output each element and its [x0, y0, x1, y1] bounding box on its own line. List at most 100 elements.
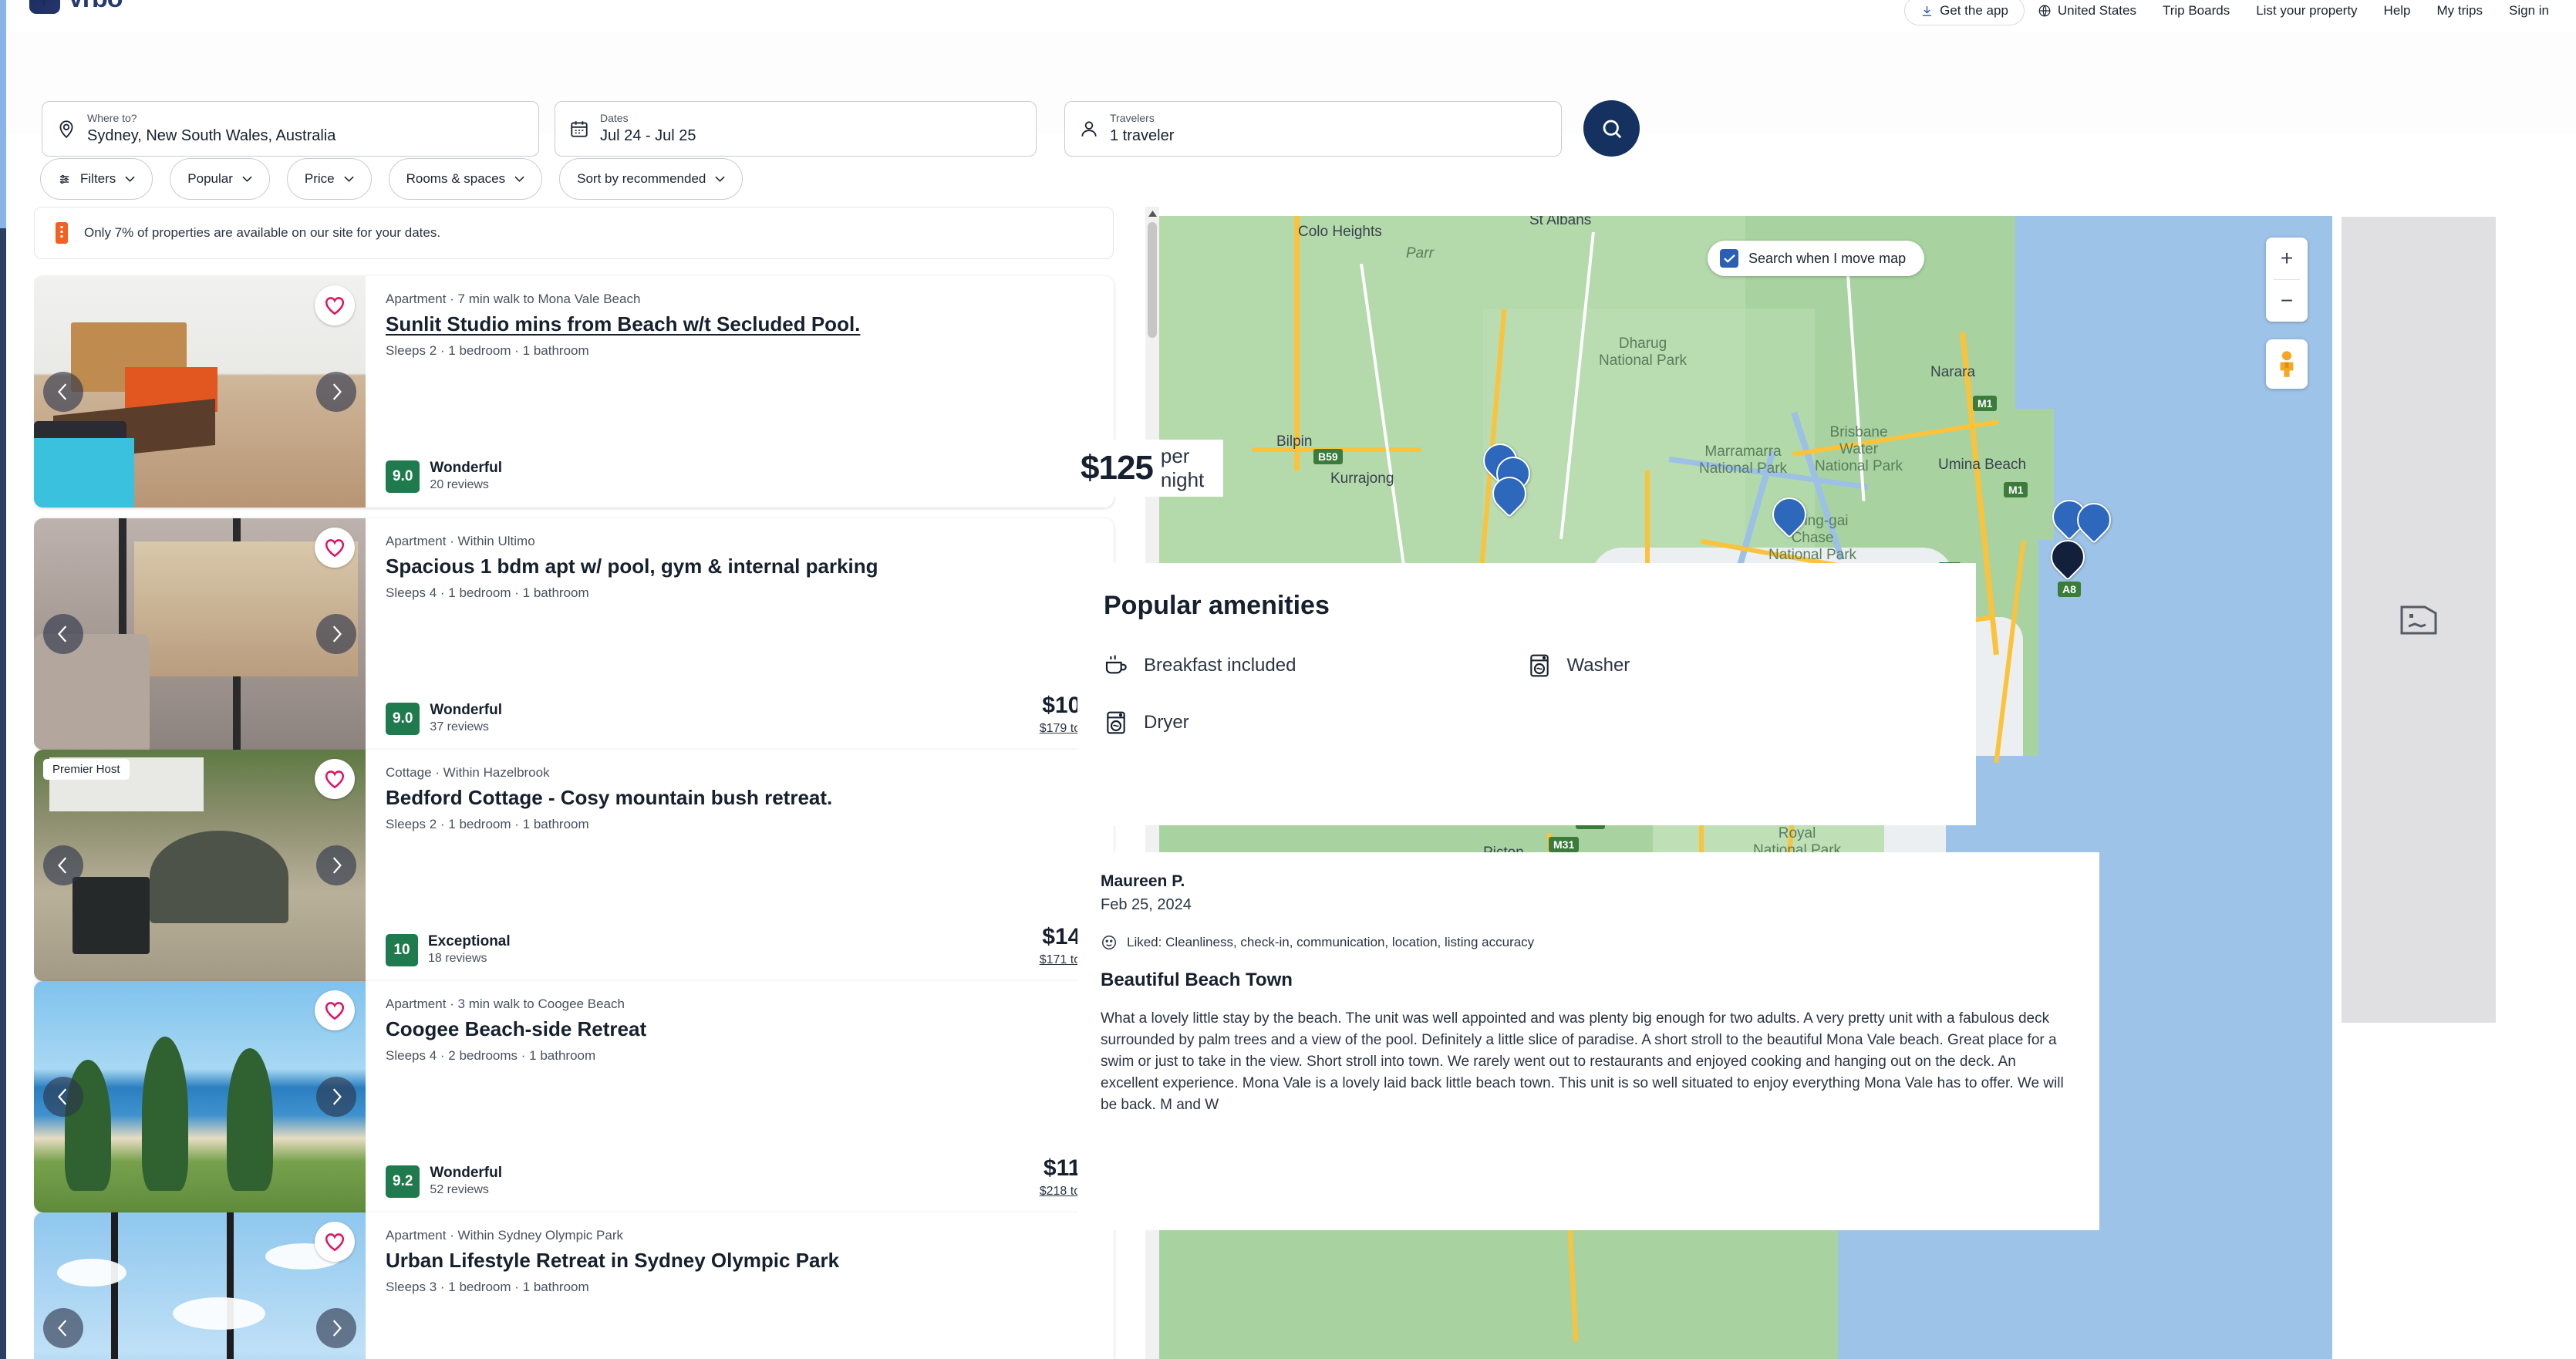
zoom-in-button[interactable]: + [2266, 238, 2308, 279]
chevron-down-icon [514, 176, 524, 182]
listing-details: Sleeps 4 · 2 bedrooms · 1 bathroom [386, 1047, 596, 1063]
availability-notice-text: Only 7% of properties are available on o… [84, 225, 441, 240]
scrollbar-thumb[interactable] [1148, 222, 1157, 338]
map-route-shield: B59 [1313, 449, 1343, 464]
get-the-app-button[interactable]: Get the app [1904, 0, 2025, 25]
rooms-spaces-chip[interactable]: Rooms & spaces [388, 158, 543, 200]
listing-info: Cottage · Within Hazelbrook Bedford Cott… [366, 750, 1114, 981]
sign-in-link[interactable]: Sign in [2496, 0, 2562, 25]
destination-field[interactable]: Where to? Sydney, New South Wales, Austr… [42, 101, 539, 157]
chevron-left-icon [58, 857, 67, 874]
listing-card[interactable]: Apartment · Within Sydney Olympic Park U… [34, 1212, 1114, 1359]
listing-title[interactable]: Urban Lifestyle Retreat in Sydney Olympi… [386, 1249, 1094, 1273]
listing-photo[interactable] [34, 276, 366, 508]
scroll-up-button[interactable] [1145, 207, 1159, 221]
photo-next-button[interactable] [316, 372, 356, 412]
listing-info: Apartment · Within Ultimo Spacious 1 bdm… [366, 518, 1114, 750]
coffee-cup-icon [1104, 653, 1128, 678]
search-when-move-label: Search when I move map [1748, 250, 1907, 266]
help-link[interactable]: Help [2371, 0, 2424, 25]
travelers-field[interactable]: Travelers 1 traveler [1064, 101, 1562, 157]
listing-type: Apartment · Within Ultimo [386, 534, 535, 548]
rating-review-count: 52 reviews [430, 1183, 489, 1197]
save-to-favorites-button[interactable] [315, 285, 355, 325]
dates-field[interactable]: Dates Jul 24 - Jul 25 [555, 101, 1037, 157]
listing-type: Apartment · 3 min walk to Coogee Beach [386, 996, 625, 1011]
rating-word: Exceptional [428, 932, 511, 949]
listing-title[interactable]: Sunlit Studio mins from Beach w/t Seclud… [386, 312, 1094, 336]
trip-boards-link[interactable]: Trip Boards [2149, 0, 2243, 25]
listing-card[interactable]: Apartment · 3 min walk to Coogee Beach C… [34, 981, 1114, 1212]
photo-next-button[interactable] [316, 614, 356, 654]
person-icon [1079, 119, 1099, 139]
region-selector[interactable]: United States [2025, 0, 2149, 25]
listing-card[interactable]: Apartment · 7 min walk to Mona Vale Beac… [34, 276, 1114, 508]
listing-photo[interactable] [34, 1212, 366, 1359]
my-trips-label: My trips [2436, 3, 2483, 18]
search-button[interactable] [1583, 100, 1640, 157]
rating-score: 10 [386, 933, 418, 966]
location-pin-icon [56, 118, 76, 140]
popular-chip[interactable]: Popular [170, 158, 270, 200]
review-liked-text: Liked: Cleanliness, check-in, communicat… [1127, 935, 1535, 949]
listing-card[interactable]: Apartment · Within Ultimo Spacious 1 bdm… [34, 518, 1114, 750]
map-route-shield: M31 [1549, 837, 1580, 852]
save-to-favorites-button[interactable] [315, 1222, 355, 1262]
sort-chip-label: Sort by recommended [577, 171, 706, 186]
search-when-move-toggle[interactable]: Search when I move map [1708, 241, 1925, 276]
listing-details: Sleeps 4 · 1 bedroom · 1 bathroom [386, 585, 589, 600]
browser-left-edge-dark [0, 228, 6, 1359]
photo-prev-button[interactable] [43, 1308, 83, 1348]
calendar-icon [569, 119, 589, 139]
listing-photo[interactable] [34, 981, 366, 1212]
sign-in-label: Sign in [2509, 3, 2549, 18]
amenity-breakfast-label: Breakfast included [1144, 655, 1296, 676]
listing-rating: 10 Exceptional 18 reviews [386, 933, 511, 967]
review-body: What a lovely little stay by the beach. … [1101, 1010, 2064, 1113]
dates-label: Dates [600, 111, 629, 124]
listing-photo[interactable] [34, 518, 366, 750]
listing-title[interactable]: Spacious 1 bdm apt w/ pool, gym & intern… [386, 555, 1094, 578]
phone-alert-icon [52, 221, 72, 244]
photo-next-button[interactable] [316, 1308, 356, 1348]
zoom-out-button[interactable]: − [2266, 280, 2308, 322]
list-your-property-link[interactable]: List your property [2243, 0, 2370, 25]
photo-next-button[interactable] [316, 1077, 356, 1117]
popular-amenities-panel: Popular amenities Breakfast included Was… [1077, 563, 1976, 825]
save-to-favorites-button[interactable] [315, 528, 355, 568]
listing-card[interactable]: Premier Host Cottage · Within Hazelbrook… [34, 750, 1114, 981]
globe-icon [2038, 4, 2052, 18]
price-chip[interactable]: Price [286, 158, 372, 200]
filters-chip[interactable]: Filters [40, 158, 153, 200]
rating-word: Wonderful [430, 701, 503, 718]
chevron-left-icon [58, 1088, 67, 1105]
dates-value: Jul 24 - Jul 25 [600, 127, 696, 145]
my-trips-link[interactable]: My trips [2424, 0, 2497, 25]
photo-next-button[interactable] [316, 845, 356, 885]
checkbox-checked-icon [1720, 249, 1738, 268]
sort-chip[interactable]: Sort by recommended [559, 158, 743, 200]
travelers-label: Travelers [1110, 111, 1155, 124]
listing-type: Apartment · 7 min walk to Mona Vale Beac… [386, 292, 641, 306]
vrbo-logo[interactable]: Vrbo [29, 0, 123, 14]
review-liked-row: Liked: Cleanliness, check-in, communicat… [1101, 934, 2076, 951]
broken-image-icon [2400, 605, 2437, 635]
listing-title[interactable]: Coogee Beach-side Retreat [386, 1017, 1094, 1041]
photo-prev-button[interactable] [43, 372, 83, 412]
listing-info: Apartment · 7 min walk to Mona Vale Beac… [366, 276, 1114, 508]
save-to-favorites-button[interactable] [315, 990, 355, 1030]
photo-prev-button[interactable] [43, 614, 83, 654]
availability-notice: Only 7% of properties are available on o… [34, 207, 1114, 259]
listing-rating: 9.0 Wonderful 37 reviews [386, 702, 502, 736]
photo-detail [34, 634, 150, 750]
map-route-shield: M1 [2004, 482, 2028, 497]
chevron-right-icon [332, 383, 342, 400]
save-to-favorites-button[interactable] [315, 759, 355, 799]
street-view-pegman[interactable] [2266, 339, 2308, 389]
listing-title[interactable]: Bedford Cottage - Cosy mountain bush ret… [386, 786, 1094, 810]
listing-photo[interactable]: Premier Host [34, 750, 366, 981]
list-your-property-label: List your property [2256, 3, 2358, 18]
photo-prev-button[interactable] [43, 1077, 83, 1117]
photo-prev-button[interactable] [43, 845, 83, 885]
rating-word: Wonderful [430, 459, 503, 476]
